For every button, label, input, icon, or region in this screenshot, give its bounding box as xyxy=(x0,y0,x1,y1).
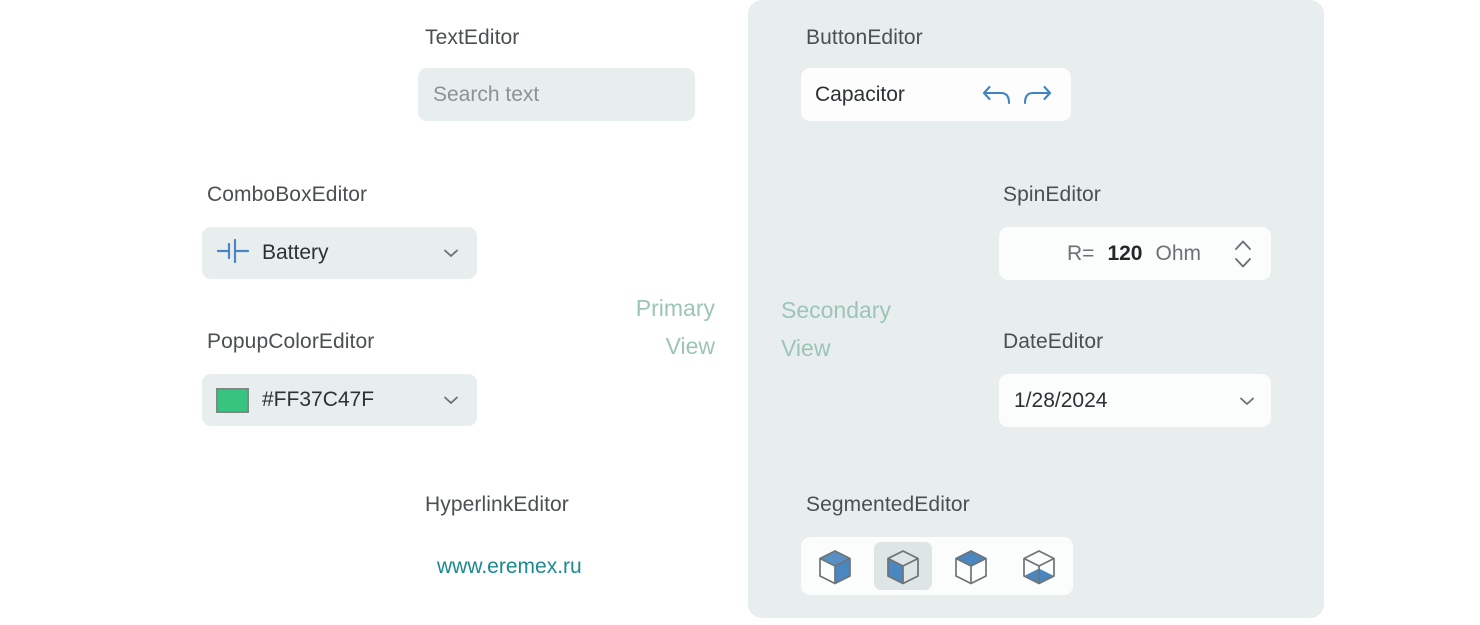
combobox-editor-input[interactable]: Battery xyxy=(202,227,477,279)
date-editor-label: DateEditor xyxy=(1003,330,1103,354)
secondary-view-caption-line2: View xyxy=(781,329,976,367)
cube-top-face-icon xyxy=(952,546,990,586)
date-editor-value: 1/28/2024 xyxy=(1014,389,1237,413)
segmented-editor-group xyxy=(801,537,1073,595)
button-editor-input[interactable]: Capacitor xyxy=(801,68,1071,121)
combobox-editor-value: Battery xyxy=(262,241,441,265)
hyperlink-editor-link[interactable]: www.eremex.ru xyxy=(437,555,582,579)
popup-color-editor-input[interactable]: #FF37C47F xyxy=(202,374,477,426)
spin-editor-label: SpinEditor xyxy=(1003,183,1101,207)
color-swatch[interactable] xyxy=(216,388,249,413)
redo-icon[interactable] xyxy=(1017,78,1057,112)
segmented-editor-label: SegmentedEditor xyxy=(806,493,970,517)
spin-editor-suffix: Ohm xyxy=(1155,242,1201,266)
hyperlink-editor-label: HyperlinkEditor xyxy=(425,493,569,517)
popup-color-editor-value: #FF37C47F xyxy=(262,388,441,412)
spin-editor-prefix: R= xyxy=(1067,242,1094,266)
chevron-down-icon[interactable] xyxy=(1237,391,1257,411)
primary-view-caption-line1: Primary xyxy=(520,289,715,327)
date-editor-input[interactable]: 1/28/2024 xyxy=(999,374,1271,427)
secondary-view-caption-line1: Secondary xyxy=(781,291,976,329)
primary-view-caption: Primary View xyxy=(520,289,715,365)
cube-bottom-face-icon xyxy=(1020,546,1058,586)
secondary-view-caption: Secondary View xyxy=(781,291,976,367)
cube-front-face-icon xyxy=(884,546,922,586)
chevron-down-icon[interactable] xyxy=(441,243,461,263)
segment-cube-right-face[interactable] xyxy=(806,542,864,590)
editors-showcase-canvas: TextEditor Search text ComboBoxEditor Ba… xyxy=(0,0,1480,625)
battery-symbol-icon xyxy=(216,239,250,268)
spin-editor-value: 120 xyxy=(1107,242,1142,266)
segment-cube-top-face[interactable] xyxy=(942,542,1000,590)
chevron-down-icon[interactable] xyxy=(441,390,461,410)
text-editor-input[interactable]: Search text xyxy=(418,68,695,121)
button-editor-value: Capacitor xyxy=(815,83,977,107)
segment-cube-bottom-face[interactable] xyxy=(1010,542,1068,590)
text-editor-placeholder: Search text xyxy=(433,83,539,107)
combobox-editor-label: ComboBoxEditor xyxy=(207,183,367,207)
undo-icon[interactable] xyxy=(977,78,1017,112)
text-editor-label: TextEditor xyxy=(425,26,519,50)
segment-cube-front-face[interactable] xyxy=(874,542,932,590)
spinner-up-down-icon[interactable] xyxy=(1227,234,1259,274)
button-editor-label: ButtonEditor xyxy=(806,26,923,50)
primary-view-caption-line2: View xyxy=(520,327,715,365)
popup-color-editor-label: PopupColorEditor xyxy=(207,330,374,354)
spin-editor-input[interactable]: R= 120 Ohm xyxy=(999,227,1271,280)
cube-right-face-icon xyxy=(816,546,854,586)
